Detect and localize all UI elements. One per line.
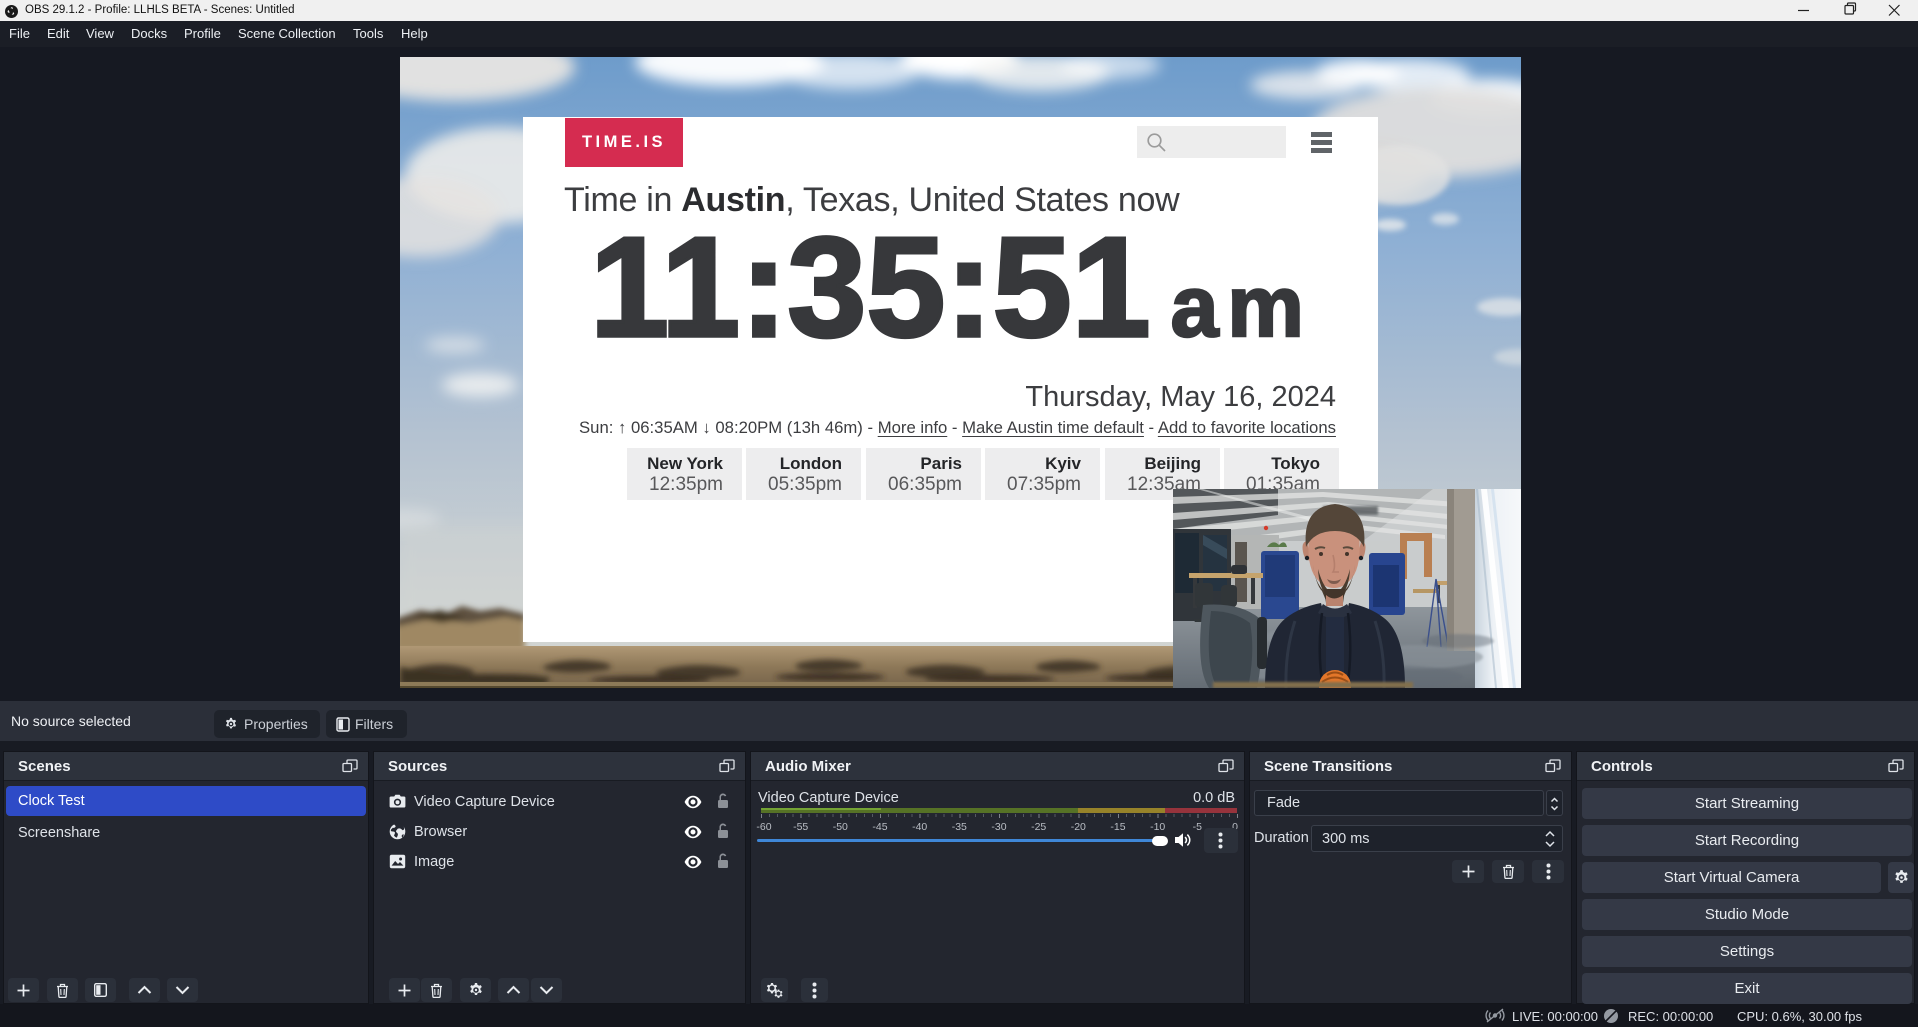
svg-text:-25: -25 bbox=[1031, 821, 1046, 833]
svg-text:-35: -35 bbox=[952, 821, 967, 833]
svg-text:-60: -60 bbox=[756, 821, 771, 833]
svg-text:-15: -15 bbox=[1110, 821, 1125, 833]
svg-text:-50: -50 bbox=[833, 821, 848, 833]
svg-text:-55: -55 bbox=[793, 821, 808, 833]
svg-text:-10: -10 bbox=[1150, 821, 1165, 833]
svg-text:-40: -40 bbox=[912, 821, 927, 833]
svg-text:-20: -20 bbox=[1071, 821, 1086, 833]
svg-text:-5: -5 bbox=[1193, 821, 1202, 833]
svg-text:-30: -30 bbox=[991, 821, 1006, 833]
svg-text:-45: -45 bbox=[872, 821, 887, 833]
